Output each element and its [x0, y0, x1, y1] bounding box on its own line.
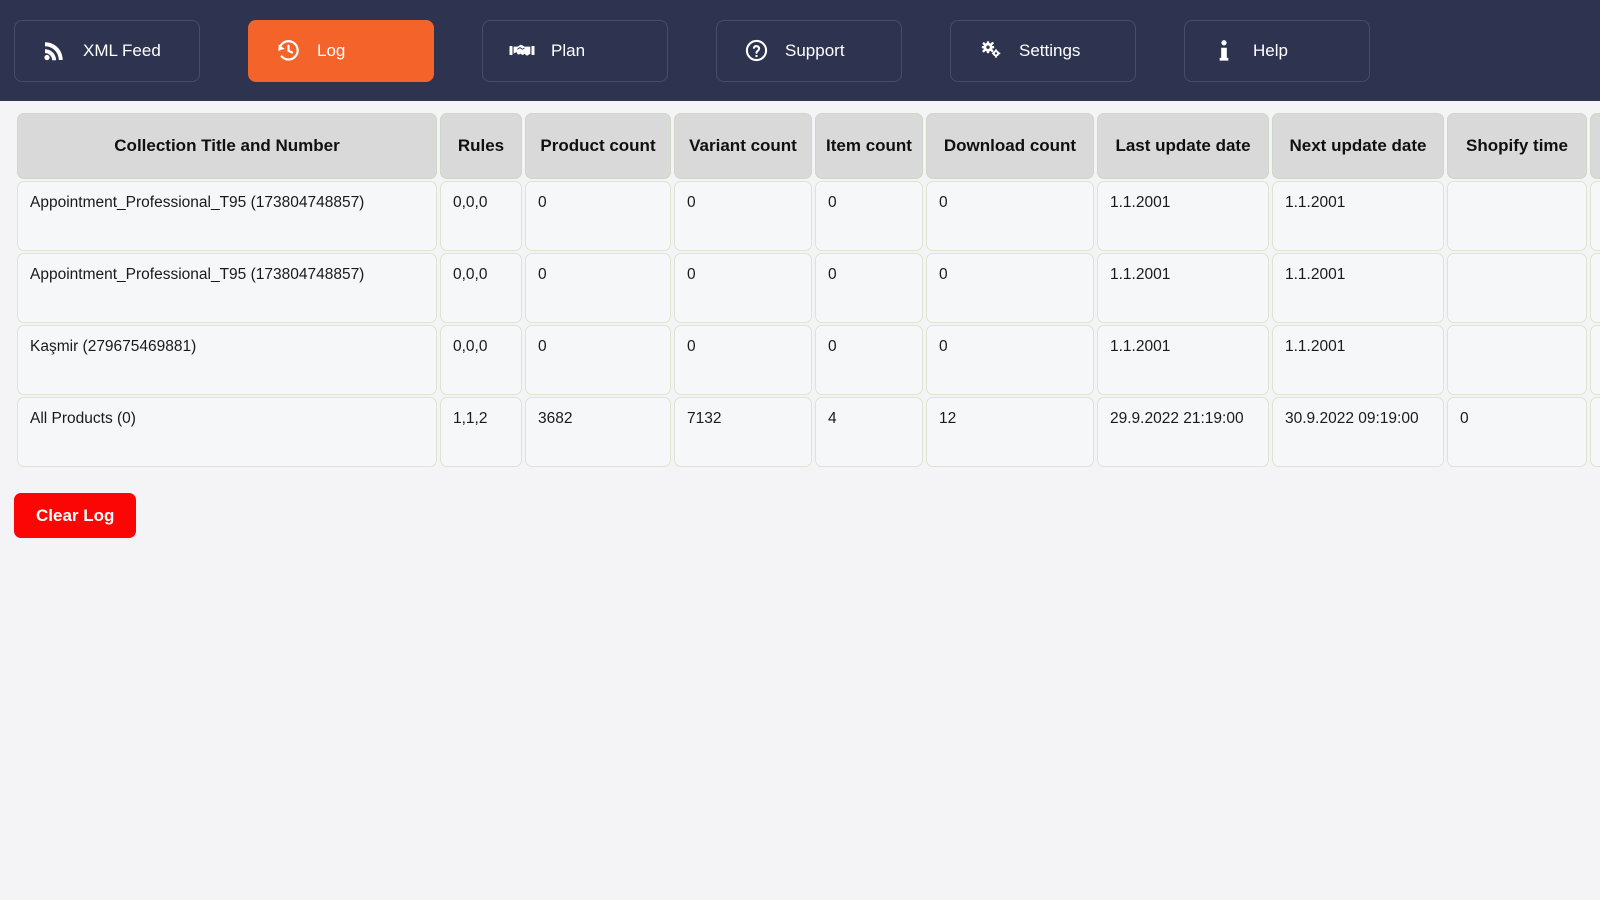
cell-product-count: 0 [525, 325, 671, 395]
column-header-download-count[interactable]: Download count [926, 113, 1094, 179]
cell-extra [1590, 397, 1600, 467]
cell-download-count: 0 [926, 325, 1094, 395]
nav-item-label: XML Feed [83, 41, 161, 60]
cell-variant-count: 0 [674, 325, 812, 395]
cell-next-update-date: 1.1.2001 [1272, 325, 1444, 395]
table-header-row: Collection Title and Number Rules Produc… [17, 113, 1600, 179]
cell-next-update-date: 1.1.2001 [1272, 253, 1444, 323]
cell-item-count: 0 [815, 181, 923, 251]
nav-settings[interactable]: Settings [950, 19, 1136, 82]
cell-last-update-date: 1.1.2001 [1097, 253, 1269, 323]
cell-rules: 0,0,0 [440, 253, 522, 323]
cell-last-update-date: 1.1.2001 [1097, 181, 1269, 251]
column-header-shopify-time[interactable]: Shopify time [1447, 113, 1587, 179]
column-header-rules[interactable]: Rules [440, 113, 522, 179]
column-header-variant-count[interactable]: Variant count [674, 113, 812, 179]
cell-rules: 0,0,0 [440, 325, 522, 395]
rss-icon [41, 38, 67, 64]
cell-next-update-date: 30.9.2022 09:19:00 [1272, 397, 1444, 467]
cell-item-count: 0 [815, 253, 923, 323]
cell-shopify-time: 0 [1447, 397, 1587, 467]
cell-variant-count: 7132 [674, 397, 812, 467]
table-row: Appointment_Professional_T95 (1738047488… [17, 253, 1600, 323]
nav-item-label: Support [785, 41, 845, 60]
column-header-collection-title[interactable]: Collection Title and Number [17, 113, 437, 179]
cell-collection-title: Kaşmir (279675469881) [17, 325, 437, 395]
table-row: All Products (0) 1,1,2 3682 7132 4 12 29… [17, 397, 1600, 467]
cell-next-update-date: 1.1.2001 [1272, 181, 1444, 251]
cell-shopify-time [1447, 325, 1587, 395]
nav-xml-feed[interactable]: XML Feed [14, 19, 200, 82]
cell-last-update-date: 29.9.2022 21:19:00 [1097, 397, 1269, 467]
cell-extra [1590, 325, 1600, 395]
cogs-icon [977, 38, 1003, 64]
column-header-next-update-date[interactable]: Next update date [1272, 113, 1444, 179]
nav-plan[interactable]: Plan [482, 19, 668, 82]
cell-rules: 0,0,0 [440, 181, 522, 251]
nav-item-label: Settings [1019, 41, 1081, 60]
cell-rules: 1,1,2 [440, 397, 522, 467]
cell-item-count: 0 [815, 325, 923, 395]
cell-download-count: 0 [926, 181, 1094, 251]
cell-extra [1590, 253, 1600, 323]
cell-variant-count: 0 [674, 181, 812, 251]
cell-variant-count: 0 [674, 253, 812, 323]
nav-item-label: Plan [551, 41, 586, 60]
top-navigation-bar: XML Feed Log Plan Support Settings Help [0, 0, 1600, 101]
cell-item-count: 4 [815, 397, 923, 467]
handshake-icon [509, 38, 535, 64]
column-header-product-count[interactable]: Product count [525, 113, 671, 179]
cell-shopify-time [1447, 253, 1587, 323]
cell-download-count: 0 [926, 253, 1094, 323]
cell-last-update-date: 1.1.2001 [1097, 325, 1269, 395]
question-circle-icon [743, 38, 769, 64]
cell-collection-title: All Products (0) [17, 397, 437, 467]
nav-item-label: Help [1253, 41, 1288, 60]
history-icon [275, 38, 301, 64]
clear-log-button[interactable]: Clear Log [14, 493, 137, 538]
cell-collection-title: Appointment_Professional_T95 (1738047488… [17, 253, 437, 323]
table-row: Kaşmir (279675469881) 0,0,0 0 0 0 0 1.1.… [17, 325, 1600, 395]
cell-download-count: 12 [926, 397, 1094, 467]
cell-shopify-time [1447, 181, 1587, 251]
nav-item-label: Log [317, 41, 346, 60]
table-row: Appointment_Professional_T95 (1738047488… [17, 181, 1600, 251]
cell-product-count: 3682 [525, 397, 671, 467]
cell-extra [1590, 181, 1600, 251]
column-header-last-update-date[interactable]: Last update date [1097, 113, 1269, 179]
log-table: Collection Title and Number Rules Produc… [14, 111, 1600, 469]
cell-product-count: 0 [525, 253, 671, 323]
cell-product-count: 0 [525, 181, 671, 251]
column-header-item-count[interactable]: Item count [815, 113, 923, 179]
column-header-extra[interactable] [1590, 113, 1600, 179]
cell-collection-title: Appointment_Professional_T95 (1738047488… [17, 181, 437, 251]
nav-log[interactable]: Log [248, 19, 434, 82]
nav-help[interactable]: Help [1184, 19, 1370, 82]
nav-support[interactable]: Support [716, 19, 902, 82]
info-icon [1211, 38, 1237, 64]
clear-log-container: Clear Log [0, 469, 1600, 538]
log-table-container: Collection Title and Number Rules Produc… [0, 101, 1600, 469]
